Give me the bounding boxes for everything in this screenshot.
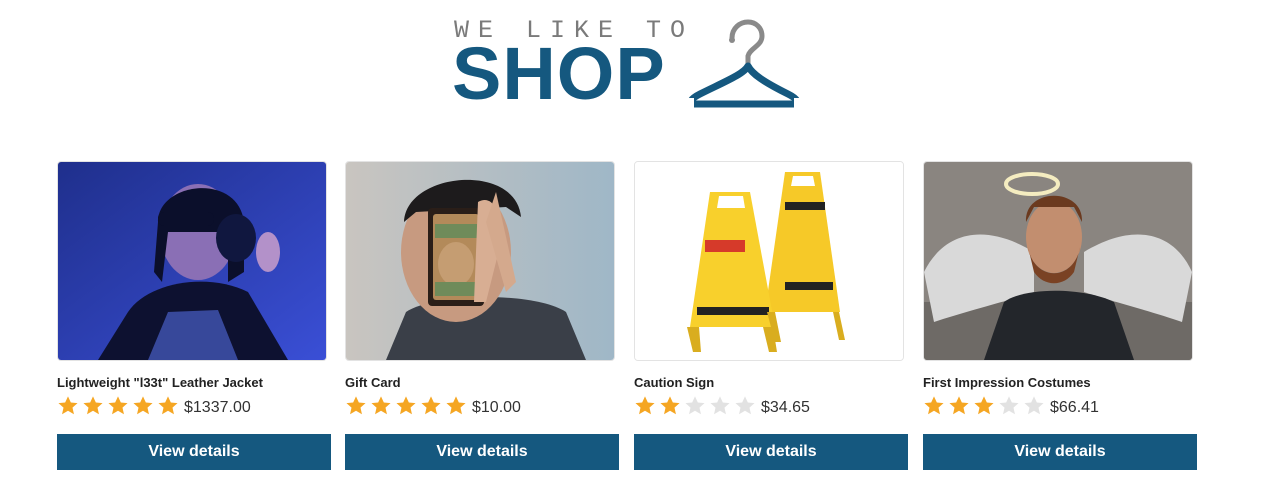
product-rating-row: $10.00 [345,395,521,419]
product-price: $1337.00 [184,399,251,416]
product-name[interactable]: Caution Sign [634,375,908,390]
star-filled-icon [659,395,684,419]
star-empty-icon [998,395,1023,419]
star-empty-icon [709,395,734,419]
product-price: $10.00 [472,399,521,416]
star-filled-icon [345,395,370,419]
star-empty-icon [734,395,759,419]
product-image[interactable] [345,161,615,361]
star-filled-icon [132,395,157,419]
star-filled-icon [395,395,420,419]
product-photo-gift-card [346,162,614,360]
star-filled-icon [107,395,132,419]
product-image[interactable] [634,161,904,361]
view-details-button[interactable]: View details [923,434,1197,470]
product-photo-angel-costume [924,162,1192,360]
shop-logo[interactable]: WE LIKE TO SHOP [452,12,812,115]
product-rating-row: $1337.00 [57,395,251,419]
product-image[interactable] [923,161,1193,361]
product-price: $34.65 [761,399,810,416]
star-filled-icon [445,395,470,419]
star-rating [345,395,470,419]
view-details-button[interactable]: View details [57,434,331,470]
view-details-button[interactable]: View details [634,434,908,470]
star-filled-icon [157,395,182,419]
product-card: Gift Card $10.00 View details [345,161,619,471]
star-rating [634,395,759,419]
star-filled-icon [57,395,82,419]
star-filled-icon [634,395,659,419]
star-empty-icon [684,395,709,419]
star-filled-icon [420,395,445,419]
product-card: Caution Sign $34.65 View details [634,161,908,471]
shop-page: WE LIKE TO SHOP Lightweight "l33t" Leath… [0,0,1279,498]
star-empty-icon [1023,395,1048,419]
product-rating-row: $66.41 [923,395,1099,419]
star-filled-icon [82,395,107,419]
product-name[interactable]: Gift Card [345,375,619,390]
product-price: $66.41 [1050,399,1099,416]
product-name[interactable]: Lightweight "l33t" Leather Jacket [57,375,331,390]
clothes-hanger-icon [684,19,804,108]
product-image[interactable] [57,161,327,361]
product-card: Lightweight "l33t" Leather Jacket $1337.… [57,161,331,471]
view-details-button[interactable]: View details [345,434,619,470]
product-rating-row: $34.65 [634,395,810,419]
logo-title: SHOP [452,32,666,115]
star-filled-icon [370,395,395,419]
star-filled-icon [973,395,998,419]
product-photo-leather-jacket [58,162,326,360]
product-name[interactable]: First Impression Costumes [923,375,1197,390]
product-grid: Lightweight "l33t" Leather Jacket $1337.… [57,161,1207,481]
star-filled-icon [948,395,973,419]
star-filled-icon [923,395,948,419]
product-card: First Impression Costumes $66.41 View de… [923,161,1197,471]
product-photo-caution-sign [635,162,903,360]
star-rating [57,395,182,419]
star-rating [923,395,1048,419]
